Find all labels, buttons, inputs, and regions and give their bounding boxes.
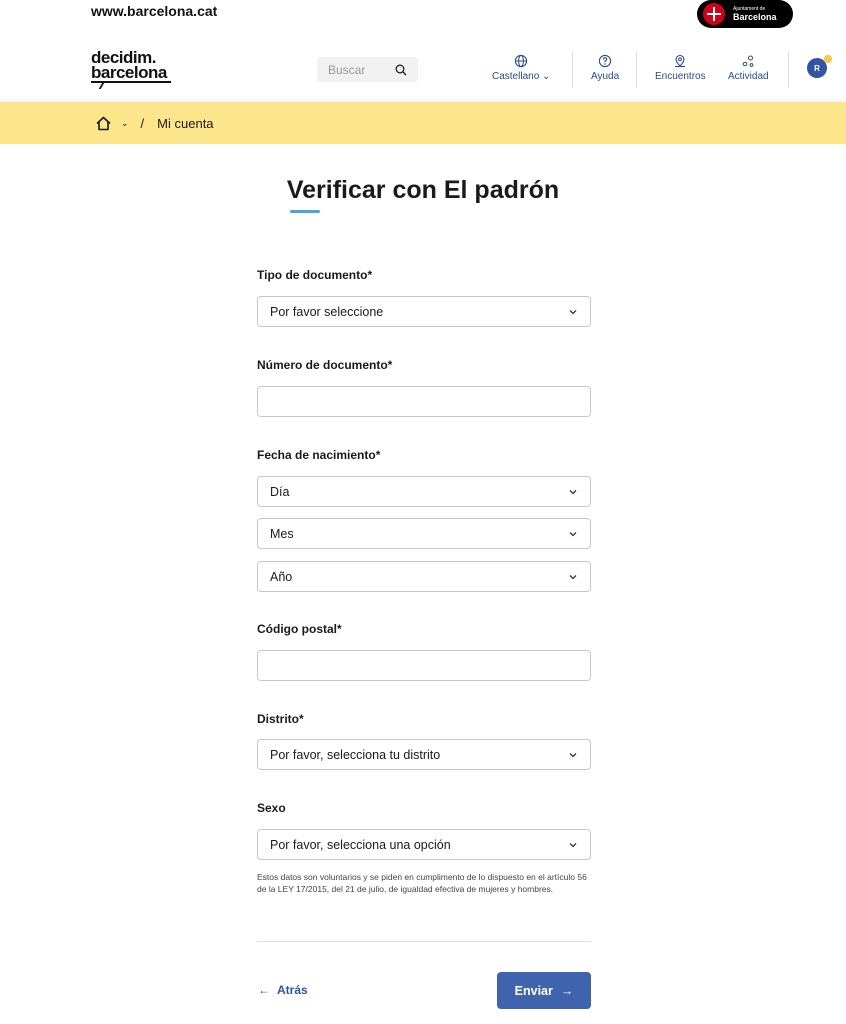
home-icon[interactable] — [95, 115, 112, 132]
district-value: Por favor, selecciona tu distrito — [270, 747, 441, 762]
meetings-label: Encuentros — [655, 71, 706, 82]
birth-month-value: Mes — [270, 526, 294, 541]
birth-date-label: Fecha de nacimiento* — [257, 448, 381, 462]
decidim-logo[interactable]: decidim. barcelona — [91, 49, 171, 89]
language-label: Castellano ⌄ — [492, 71, 550, 82]
document-type-value: Por favor seleccione — [270, 304, 384, 319]
chevron-down-icon — [569, 489, 577, 494]
help-label: Ayuda — [591, 71, 620, 82]
notification-dot — [824, 55, 832, 63]
birth-day-value: Día — [270, 484, 290, 499]
language-value: Castellano — [492, 71, 540, 82]
search-input[interactable]: Buscar — [317, 57, 418, 82]
chevron-down-icon[interactable]: ⌄ — [121, 118, 129, 129]
arrow-left-icon: ← — [258, 983, 270, 997]
gender-label: Sexo — [257, 801, 286, 815]
chevron-down-icon — [569, 752, 577, 757]
birth-day-select[interactable]: Día — [257, 476, 591, 507]
help-icon — [598, 54, 612, 68]
ajuntament-shield-icon — [703, 3, 725, 25]
site-url-link[interactable]: www.barcelona.cat — [91, 3, 217, 19]
birth-year-select[interactable]: Año — [257, 561, 591, 592]
document-number-label: Número de documento* — [257, 358, 393, 372]
top-bar: www.barcelona.cat Ajuntament de Barcelon… — [0, 0, 846, 36]
meetings-link[interactable]: Encuentros — [655, 54, 706, 86]
chevron-down-icon — [569, 842, 577, 847]
gender-select[interactable]: Por favor, selecciona una opción — [257, 829, 591, 860]
search-icon[interactable] — [392, 61, 410, 79]
language-selector[interactable]: Castellano ⌄ — [492, 54, 550, 86]
breadcrumb-separator: / — [140, 115, 145, 131]
arrow-right-icon: → — [560, 983, 574, 998]
nav-separator — [788, 52, 789, 88]
birth-year-value: Año — [270, 569, 293, 584]
postal-code-input[interactable] — [257, 650, 591, 681]
document-number-input[interactable] — [257, 386, 591, 417]
submit-button[interactable]: Enviar → — [497, 972, 591, 1009]
document-type-label: Tipo de documento* — [257, 268, 373, 282]
help-link[interactable]: Ayuda — [591, 54, 619, 86]
ajuntament-logo-small: Ajuntament de — [733, 5, 766, 12]
search-placeholder: Buscar — [328, 62, 366, 77]
activity-icon — [742, 55, 754, 67]
birth-month-select[interactable]: Mes — [257, 518, 591, 549]
ajuntament-logo-text: Ajuntament de Barcelona — [733, 5, 777, 22]
chevron-down-icon — [569, 309, 577, 314]
back-link[interactable]: ← Atrás — [258, 983, 308, 997]
gender-value: Por favor, selecciona una opción — [270, 837, 451, 852]
district-select[interactable]: Por favor, selecciona tu distrito — [257, 739, 591, 770]
nav-separator — [572, 52, 573, 88]
document-type-select[interactable]: Por favor seleccione — [257, 296, 591, 327]
activity-label: Actividad — [728, 71, 769, 82]
logo-line-2: barcelona — [91, 63, 167, 82]
form-divider — [257, 941, 591, 942]
nav-separator — [636, 52, 637, 88]
district-label: Distrito* — [257, 712, 304, 726]
chevron-down-icon — [569, 531, 577, 536]
submit-label: Enviar — [514, 983, 553, 998]
ajuntament-logo[interactable]: Ajuntament de Barcelona — [697, 0, 793, 28]
activity-link[interactable]: Actividad — [728, 54, 769, 86]
breadcrumb: ⌄ / Mi cuenta — [0, 102, 846, 144]
back-label: Atrás — [277, 983, 308, 997]
breadcrumb-current[interactable]: Mi cuenta — [157, 116, 213, 131]
map-pin-icon — [675, 54, 686, 67]
main-header: decidim. barcelona Buscar Castellano ⌄ A… — [0, 36, 846, 102]
ajuntament-logo-big: Barcelona — [733, 11, 777, 22]
title-accent-bar — [290, 210, 320, 213]
chevron-down-icon — [569, 574, 577, 579]
chevron-down-icon: ⌄ — [542, 71, 551, 82]
page-title: Verificar con El padrón — [286, 176, 560, 204]
postal-code-label: Código postal* — [257, 622, 342, 636]
gender-help-text: Estos datos son voluntarios y se piden e… — [257, 872, 587, 894]
globe-icon — [515, 54, 528, 68]
